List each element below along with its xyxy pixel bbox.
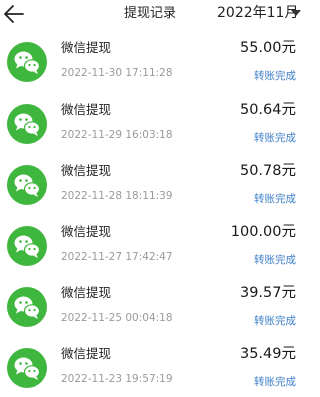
- wechat-icon: [7, 165, 47, 205]
- record-name: 微信提现: [61, 40, 112, 55]
- record-name: 微信提现: [61, 346, 112, 361]
- list-item[interactable]: 微信提现 2022-11-30 17:11:28 55.00元 转账完成: [0, 30, 302, 92]
- list-item[interactable]: 微信提现 2022-11-28 18:11:39 50.78元 转账完成: [0, 153, 302, 214]
- top-bar: 提现记录 2022年11月: [0, 0, 302, 30]
- record-status: 转账完成: [254, 254, 296, 266]
- record-amount: 50.64元: [239, 102, 296, 118]
- wechat-icon: [7, 348, 47, 388]
- page-title: 提现记录: [124, 6, 177, 21]
- record-status: 转账完成: [254, 193, 296, 205]
- record-name: 微信提现: [61, 224, 112, 239]
- list-item[interactable]: 微信提现 2022-11-25 00:04:18 39.57元 转账完成: [0, 275, 302, 336]
- wechat-icon: [7, 104, 47, 144]
- record-amount: 50.78元: [239, 163, 296, 179]
- record-status: 转账完成: [254, 70, 296, 82]
- record-amount: 39.57元: [239, 285, 296, 301]
- triangle-down-icon[interactable]: [291, 10, 301, 16]
- record-name: 微信提现: [61, 163, 112, 178]
- record-amount: 100.00元: [230, 224, 296, 240]
- list-item[interactable]: 微信提现 2022-11-29 16:03:18 50.64元 转账完成: [0, 92, 302, 153]
- record-status: 转账完成: [254, 132, 296, 144]
- record-status: 转账完成: [254, 315, 296, 327]
- record-time: 2022-11-25 00:04:18: [61, 312, 173, 324]
- month-selector[interactable]: 2022年11月: [217, 4, 298, 23]
- wechat-icon: [7, 287, 47, 327]
- record-time: 2022-11-23 19:57:19: [61, 373, 173, 385]
- list-item[interactable]: 微信提现 2022-11-27 17:42:47 100.00元 转账完成: [0, 214, 302, 275]
- record-name: 微信提现: [61, 102, 112, 117]
- wechat-icon: [7, 226, 47, 266]
- record-time: 2022-11-27 17:42:47: [61, 251, 173, 263]
- record-status: 转账完成: [254, 376, 296, 388]
- record-amount: 35.49元: [239, 346, 296, 362]
- back-arrow-icon[interactable]: [2, 2, 26, 26]
- record-time: 2022-11-29 16:03:18: [61, 129, 173, 141]
- list-item[interactable]: 微信提现 2022-11-23 19:57:19 35.49元 转账完成: [0, 336, 302, 397]
- withdrawal-record-list: 微信提现 2022-11-30 17:11:28 55.00元 转账完成 微信提…: [0, 30, 302, 397]
- record-amount: 55.00元: [239, 40, 296, 56]
- record-time: 2022-11-28 18:11:39: [61, 190, 173, 202]
- record-name: 微信提现: [61, 285, 112, 300]
- wechat-icon: [7, 42, 47, 82]
- record-time: 2022-11-30 17:11:28: [61, 67, 173, 79]
